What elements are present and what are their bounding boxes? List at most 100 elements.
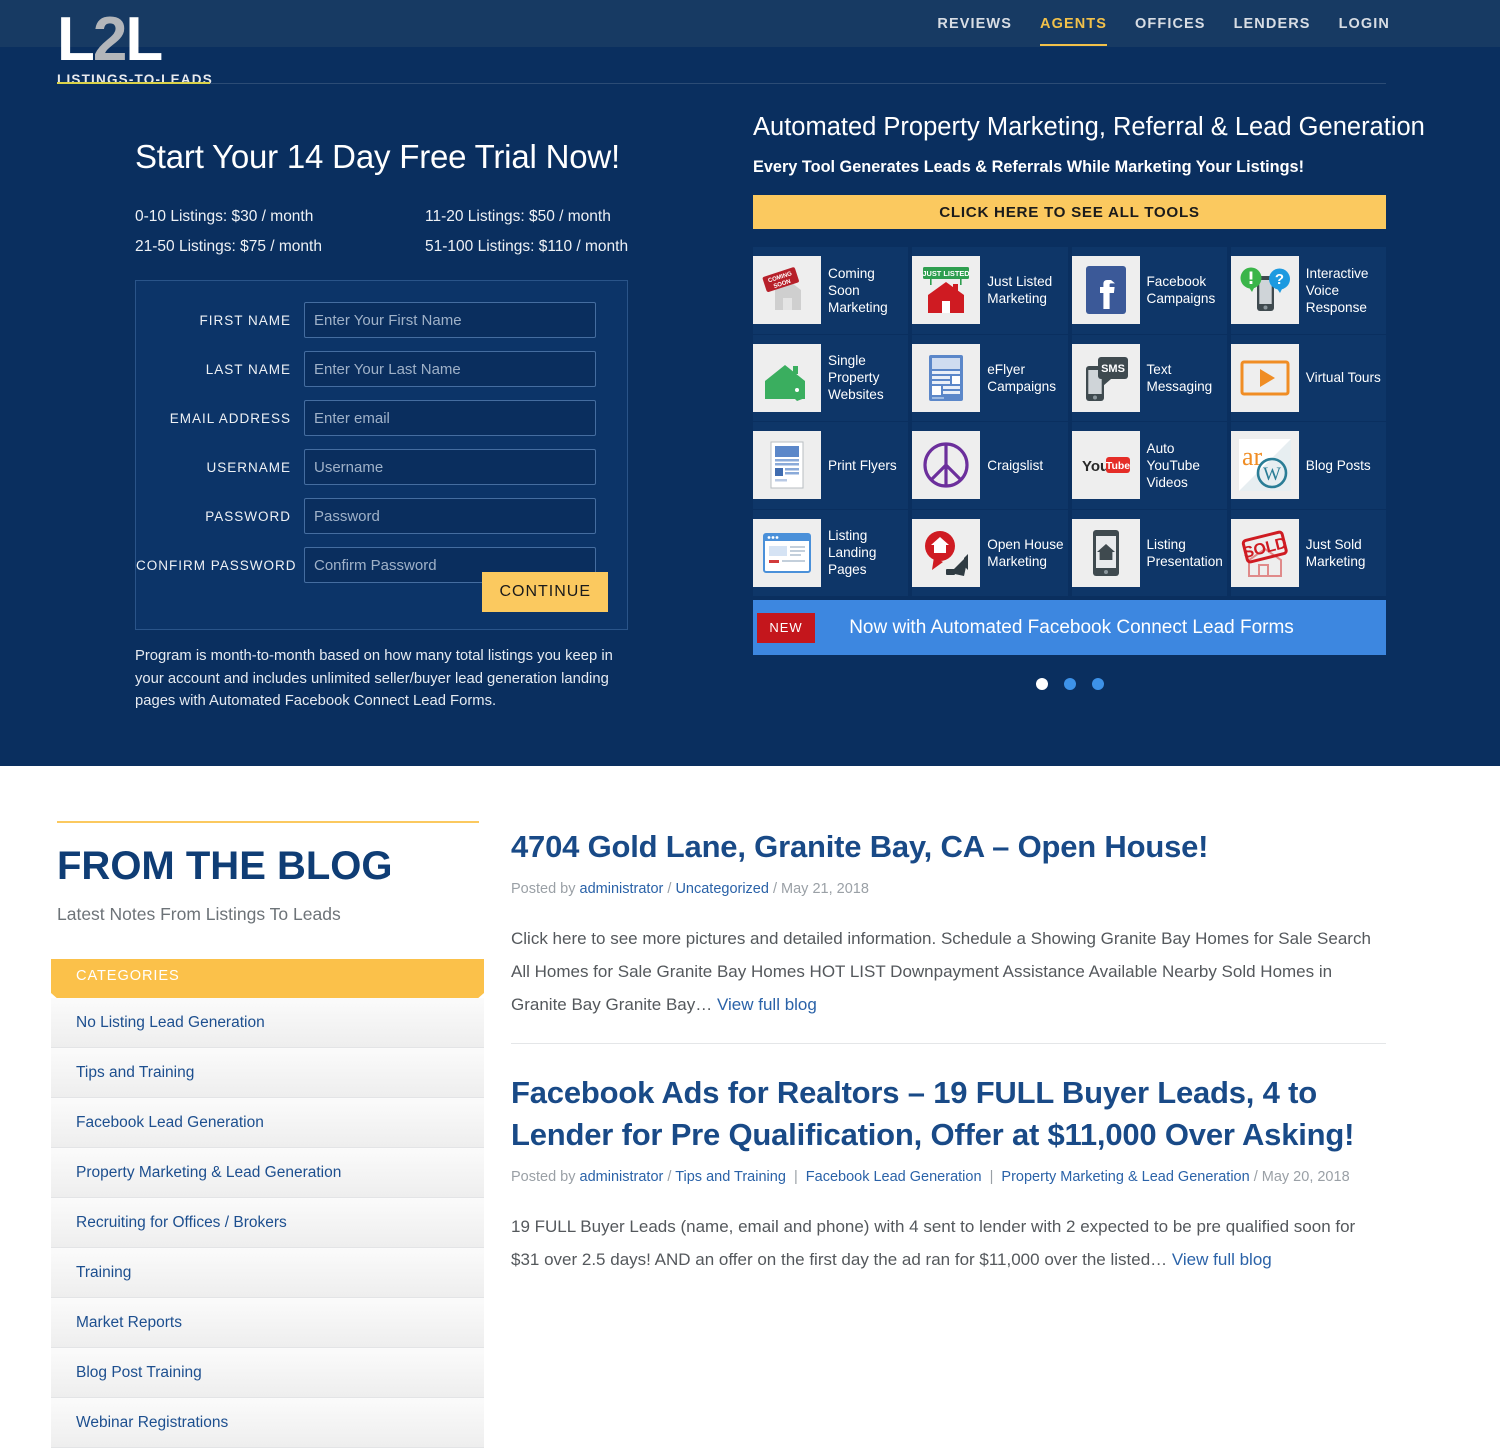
tool-auto-youtube-videos[interactable]: You Tube Auto YouTube Videos — [1071, 422, 1227, 509]
username-field[interactable] — [304, 449, 596, 485]
logo-letter-l1: L — [57, 5, 95, 74]
post-excerpt: Click here to see more pictures and deta… — [511, 922, 1386, 1021]
tool-label: Blog Posts — [1305, 457, 1371, 473]
nav-item-login[interactable]: LOGIN — [1339, 10, 1390, 38]
tool-print-flyers[interactable]: Print Flyers — [753, 422, 909, 509]
tool-listing-landing-pages[interactable]: Listing Landing Pages — [753, 509, 909, 596]
tool-label: Coming Soon Marketing — [828, 265, 888, 315]
meta-separator: / — [772, 881, 777, 897]
tools-subheadline: Every Tool Generates Leads & Referrals W… — [753, 158, 1305, 176]
nav-item-reviews[interactable]: REVIEWS — [937, 10, 1012, 38]
post-category-link[interactable]: Facebook Lead Generation — [806, 1169, 982, 1185]
coming-soon-sign-icon: COMING SOON — [753, 256, 821, 325]
carousel-dots — [753, 678, 1386, 690]
tool-just-listed-marketing[interactable]: JUST LISTED Just Listed Marketing — [912, 247, 1068, 334]
tool-listing-presentation[interactable]: Listing Presentation — [1071, 509, 1227, 596]
meta-separator: / — [667, 881, 672, 897]
meta-separator: | — [785, 1169, 806, 1185]
form-row: FIRST NAME — [136, 302, 627, 338]
first-name-field[interactable] — [304, 302, 596, 338]
program-disclaimer: Program is month-to-month based on how m… — [135, 648, 613, 709]
post-title[interactable]: Facebook Ads for Realtors – 19 FULL Buye… — [511, 1072, 1386, 1156]
meta-separator: / — [1253, 1169, 1258, 1185]
svg-text:?: ? — [1275, 271, 1284, 288]
post-author-link[interactable]: administrator — [580, 1169, 664, 1185]
svg-text:JUST LISTED: JUST LISTED — [923, 269, 971, 278]
carousel-dot-1[interactable] — [1035, 678, 1048, 690]
password-field[interactable] — [304, 498, 596, 534]
last-name-field[interactable] — [304, 351, 596, 387]
tool-craigslist[interactable]: Craigslist — [912, 422, 1068, 509]
category-item[interactable]: Property Marketing & Lead Generation — [51, 1148, 484, 1198]
category-item[interactable]: Recruiting for Offices / Brokers — [51, 1198, 484, 1248]
carousel-dot-2[interactable] — [1063, 678, 1076, 690]
username-field-label: USERNAME — [206, 459, 291, 475]
category-item[interactable]: Facebook Lead Generation — [51, 1098, 484, 1148]
blog-subheading: Latest Notes From Listings To Leads — [57, 904, 341, 924]
tool-coming-soon-marketing[interactable]: COMING SOON Coming Soon Marketing — [753, 247, 909, 334]
category-item[interactable]: Blog Post Training — [51, 1348, 484, 1398]
tool-virtual-tours[interactable]: Virtual Tours — [1230, 334, 1386, 421]
logo-digit-2: 2 — [92, 5, 128, 74]
post-meta-prefix: Posted by — [511, 881, 576, 897]
category-item[interactable]: Webinar Registrations — [51, 1398, 484, 1448]
form-row: LAST NAME — [136, 351, 627, 387]
category-item[interactable]: No Listing Lead Generation — [51, 998, 484, 1048]
category-item[interactable]: Tips and Training — [51, 1048, 484, 1098]
post-divider — [511, 1043, 1386, 1044]
tool-label: Single Property Websites — [828, 353, 884, 403]
password-field-label: PASSWORD — [205, 508, 291, 524]
view-full-blog-link[interactable]: View full blog — [1172, 1250, 1272, 1269]
nav-item-lenders[interactable]: LENDERS — [1234, 10, 1311, 38]
play-button-icon — [1230, 343, 1299, 412]
site-logo[interactable]: L2L LISTINGS-TO-LEADS — [57, 9, 217, 88]
tool-interactive-voice-response[interactable]: ? Interactive Voice Response — [1230, 247, 1386, 334]
new-badge: NEW — [757, 612, 815, 643]
tools-grid: COMING SOON Coming Soon Marketing JUST LIST… — [753, 247, 1386, 596]
continue-button[interactable]: CONTINUE — [482, 572, 608, 612]
post-category-link[interactable]: Property Marketing & Lead Generation — [1001, 1169, 1249, 1185]
tool-text-messaging[interactable]: SMS Text Messaging — [1071, 334, 1227, 421]
tool-label: Just Listed Marketing — [987, 274, 1053, 307]
new-feature-banner[interactable]: NEW Now with Automated Facebook Connect … — [753, 600, 1386, 655]
tool-open-house-marketing[interactable]: Open House Marketing — [912, 509, 1068, 596]
email-field[interactable] — [304, 400, 596, 436]
first-name-field-label: FIRST NAME — [199, 312, 291, 328]
post-meta-prefix: Posted by — [511, 1169, 576, 1185]
print-flyer-icon — [753, 431, 821, 500]
nav-item-offices[interactable]: OFFICES — [1135, 10, 1206, 38]
tool-facebook-campaigns[interactable]: Facebook Campaigns — [1071, 247, 1227, 334]
email-field-label: EMAIL ADDRESS — [169, 410, 291, 426]
price-tier: 11-20 Listings: $50 / month — [425, 208, 611, 225]
categories-header: CATEGORIES — [51, 959, 484, 993]
tools-headline: Automated Property Marketing, Referral &… — [753, 113, 1425, 141]
form-row: PASSWORD — [136, 498, 627, 534]
post-date: May 21, 2018 — [781, 881, 869, 897]
tool-blog-posts[interactable]: ar W Blog Posts — [1230, 422, 1386, 509]
carousel-dot-3[interactable] — [1091, 678, 1104, 690]
tool-label: Listing Landing Pages — [828, 528, 877, 578]
tool-single-property-websites[interactable]: Single Property Websites — [753, 334, 909, 421]
post-category-link[interactable]: Uncategorized — [675, 881, 769, 897]
category-item[interactable]: Market Reports — [51, 1298, 484, 1348]
green-house-tag-icon — [753, 343, 821, 412]
logo-letter-l2: L — [125, 5, 163, 74]
form-row: USERNAME — [136, 449, 627, 485]
tool-just-sold-marketing[interactable]: SOLD Just Sold Marketing — [1230, 509, 1386, 596]
price-tier: 0-10 Listings: $30 / month — [135, 208, 314, 225]
tablet-house-icon — [1071, 518, 1140, 587]
nav-item-agents[interactable]: AGENTS — [1040, 10, 1108, 46]
post-category-link[interactable]: Tips and Training — [675, 1169, 786, 1185]
post-author-link[interactable]: administrator — [580, 881, 664, 897]
post-meta: Posted by administrator / Tips and Train… — [511, 1165, 1386, 1190]
price-tier: 21-50 Listings: $75 / month — [135, 238, 322, 255]
category-item[interactable]: Training — [51, 1248, 484, 1298]
tool-eflyer-campaigns[interactable]: eFlyer Campaigns — [912, 334, 1068, 421]
post-title[interactable]: 4704 Gold Lane, Granite Bay, CA – Open H… — [511, 826, 1386, 868]
svg-text:SMS: SMS — [1101, 363, 1125, 375]
see-all-tools-button[interactable]: CLICK HERE TO SEE ALL TOOLS — [753, 195, 1386, 229]
view-full-blog-link[interactable]: View full blog — [717, 995, 817, 1014]
new-feature-text: Now with Automated Facebook Connect Lead… — [849, 616, 1294, 638]
tool-label: Facebook Campaigns — [1146, 274, 1216, 307]
price-tier: 51-100 Listings: $110 / month — [425, 238, 629, 255]
